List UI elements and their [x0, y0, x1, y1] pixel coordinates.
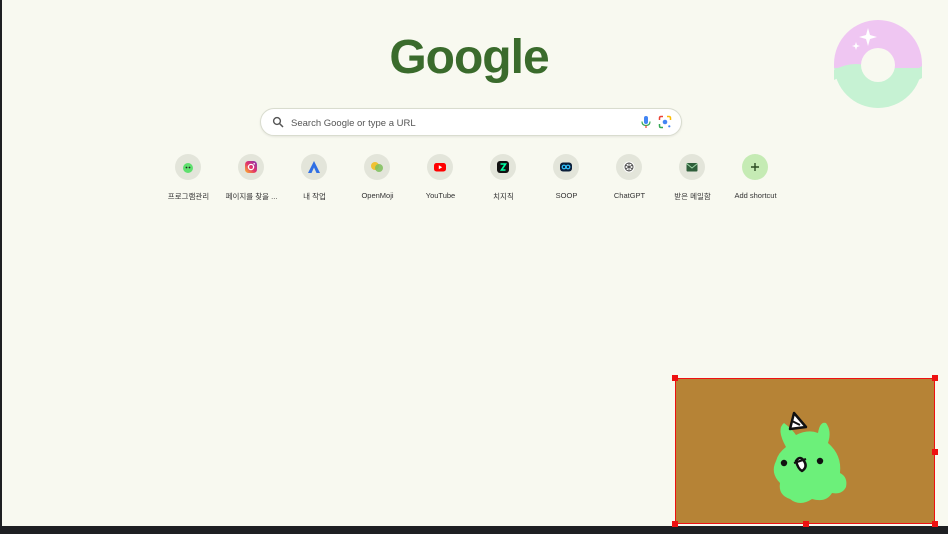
resize-handle-top-left[interactable] [672, 375, 678, 381]
shortcut-tile[interactable]: YouTube [409, 154, 472, 204]
search-icon [272, 116, 284, 128]
shortcut-label: SOOP [555, 191, 578, 200]
shortcut-tile[interactable]: 내 작업 [283, 154, 346, 204]
shortcut-tile[interactable]: SOOP [535, 154, 598, 204]
resize-handle-bottom-left[interactable] [672, 521, 678, 527]
shortcut-icon-wrap [616, 154, 642, 180]
shortcut-tile[interactable]: ChatGPT [598, 154, 661, 204]
shortcut-icon-wrap [238, 154, 264, 180]
mail-icon [686, 163, 698, 172]
shortcut-label: YouTube [425, 191, 456, 200]
resize-handle-bottom-right[interactable] [932, 521, 938, 527]
soop-icon [560, 162, 572, 172]
triangle-a-icon [308, 161, 320, 173]
mic-icon[interactable] [640, 115, 652, 129]
shortcut-label: 받은 메일함 [674, 192, 711, 201]
shortcut-icon-wrap [175, 154, 201, 180]
shortcut-icon-wrap [364, 154, 390, 180]
google-logo: Google [389, 31, 549, 84]
resize-handle-right[interactable] [932, 449, 938, 455]
google-lens-icon[interactable] [658, 115, 672, 129]
shortcut-icon-wrap [427, 154, 453, 180]
decorative-moon-icon [834, 20, 922, 108]
shortcut-tile[interactable]: 페이지를 찾을 ... [220, 154, 283, 204]
slime-favicon [183, 163, 193, 173]
shortcut-icon-wrap [742, 154, 768, 180]
shortcut-tile[interactable]: 받은 메일함 [661, 154, 724, 204]
search-box[interactable] [260, 108, 682, 136]
plus-icon [751, 163, 759, 171]
shortcut-tile[interactable]: OpenMoji [346, 154, 409, 204]
shortcut-icon-wrap [553, 154, 579, 180]
shortcut-label: 프로그램관리 [167, 192, 210, 201]
taskbar-edge [0, 526, 948, 534]
openmoji-icon [371, 162, 383, 172]
shortcut-label: 내 작업 [303, 192, 326, 201]
green-slime-mascot-icon [773, 411, 847, 503]
shortcut-tile[interactable]: 치지직 [472, 154, 535, 204]
shortcut-label: 페이지를 찾을 ... [225, 192, 278, 201]
chzzk-icon [497, 161, 509, 173]
shortcut-label: ChatGPT [613, 191, 646, 200]
search-input[interactable] [289, 113, 623, 133]
add-shortcut-button[interactable]: Add shortcut [724, 154, 787, 204]
shortcut-label: OpenMoji [361, 191, 394, 200]
resize-handle-bottom[interactable] [803, 521, 809, 527]
shortcut-label: Add shortcut [734, 191, 777, 200]
chatgpt-icon [623, 161, 635, 173]
youtube-icon [434, 163, 446, 172]
shortcut-icon-wrap [490, 154, 516, 180]
shortcut-icon-wrap [301, 154, 327, 180]
instagram-icon [245, 161, 257, 173]
resize-handle-top-right[interactable] [932, 375, 938, 381]
shortcut-label: 치지직 [493, 192, 514, 201]
shortcuts-grid: 프로그램관리 페이지를 찾을 ... 내 작업 OpenMoji YouTube… [157, 154, 787, 204]
shortcut-icon-wrap [679, 154, 705, 180]
shortcut-tile[interactable]: 프로그램관리 [157, 154, 220, 204]
selected-image-overlay[interactable] [672, 375, 938, 527]
